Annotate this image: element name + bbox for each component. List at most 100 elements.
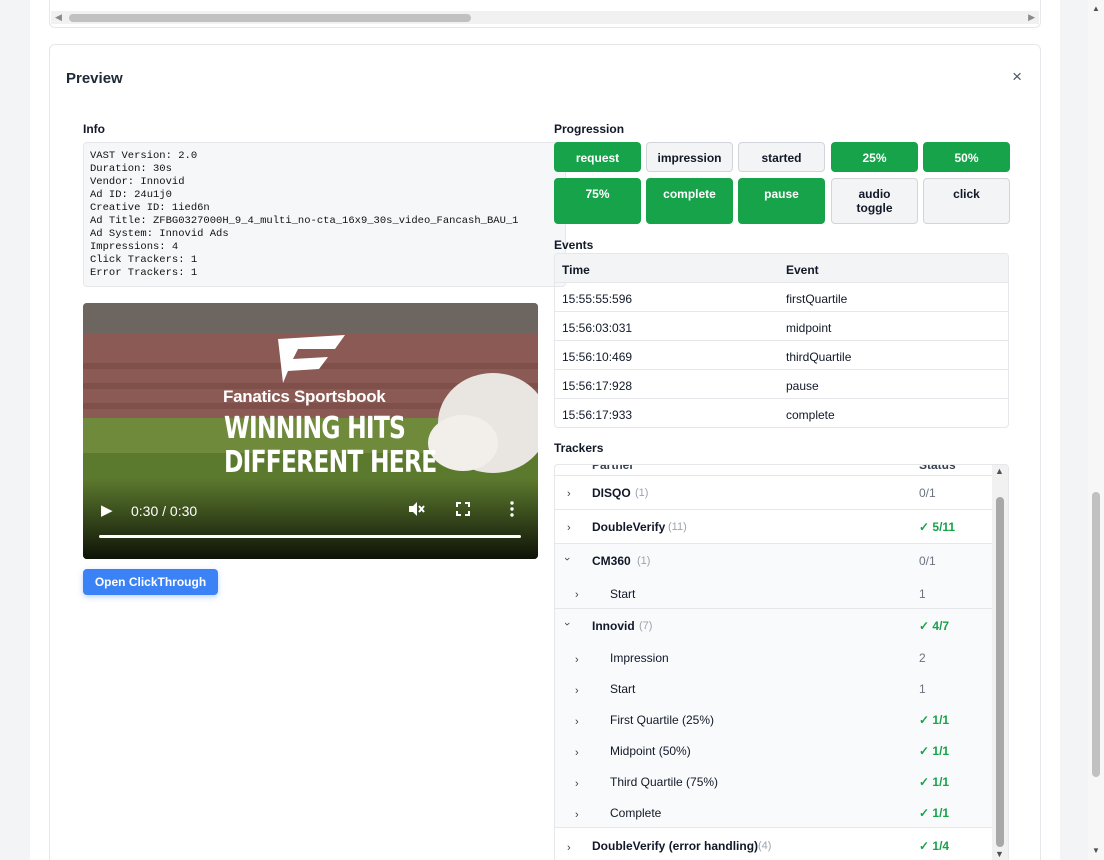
events-table: Time Event 15:55:55:596 firstQuartile 15…	[554, 253, 1009, 428]
play-icon[interactable]: ▶	[101, 501, 113, 519]
tracker-group-cm360[interactable]: › CM360 (1) 0/1 › Start 1	[555, 543, 993, 608]
tracker-name: DISQO	[592, 486, 631, 500]
progress-impression-button[interactable]: impression	[646, 142, 733, 172]
table-row: 15:56:10:469 thirdQuartile	[555, 341, 1008, 370]
chevron-down-icon[interactable]: ›	[561, 622, 573, 626]
table-header: Time Event	[555, 254, 1008, 283]
video-headline: WINNING HITS	[224, 411, 406, 446]
event-name: complete	[786, 408, 835, 422]
progress-request-button[interactable]: request	[554, 142, 641, 172]
previous-panel: ◀ ▶	[49, 0, 1041, 28]
progress-started-button[interactable]: started	[738, 142, 825, 172]
scroll-up-icon[interactable]: ▲	[995, 466, 1004, 476]
tracker-status: 0/1	[919, 486, 936, 500]
tracker-group-doubleverify-error[interactable]: › DoubleVerify (error handling) (4) ✓ 1/…	[555, 827, 993, 860]
tracker-event-name: First Quartile (25%)	[610, 713, 715, 727]
trackers-table: Partner Status › DISQO (1) 0/1 › DoubleV…	[554, 464, 1009, 860]
open-clickthrough-button[interactable]: Open ClickThrough	[83, 569, 218, 595]
tracker-count: (1)	[635, 487, 649, 499]
info-line: Error Trackers: 1	[90, 267, 198, 279]
preview-title: Preview	[66, 70, 123, 87]
tracker-status: ✓ 5/11	[919, 520, 956, 534]
event-time: 15:56:10:469	[562, 350, 633, 364]
tracker-status: ✓ 1/1	[919, 713, 950, 727]
tracker-group-innovid[interactable]: › Innovid (7) ✓ 4/7 › Impression 2 › Sta…	[555, 608, 993, 827]
table-row: 15:56:17:928 pause	[555, 370, 1008, 399]
tracker-name: DoubleVerify (error handling)	[592, 839, 759, 853]
close-icon[interactable]: ×	[1012, 67, 1022, 87]
info-line: Click Trackers: 1	[90, 254, 198, 266]
tracker-event-name: Start	[610, 587, 636, 601]
page-scrollbar-thumb[interactable]	[1092, 492, 1100, 777]
tracker-count: (7)	[639, 620, 653, 632]
event-time: 15:55:55:596	[562, 292, 633, 306]
tracker-name: CM360	[592, 554, 631, 568]
progress-50-button[interactable]: 50%	[923, 142, 1010, 172]
progress-click-button[interactable]: click	[923, 178, 1010, 224]
table-row: 15:56:17:933 complete	[555, 399, 1008, 427]
column-header-partner: Partner	[592, 464, 635, 472]
events-label: Events	[554, 238, 594, 252]
tracker-name: Innovid	[592, 619, 635, 633]
preview-panel: Preview × Info VAST Version: 2.0 Duratio…	[49, 44, 1041, 860]
tracker-status: 2	[919, 651, 926, 665]
trackers-scrollbar[interactable]: ▲ ▼	[992, 465, 1008, 860]
tracker-status: 1	[919, 587, 926, 601]
tracker-status: ✓ 4/7	[919, 619, 950, 633]
info-line: Ad ID: 24u1j0	[90, 189, 172, 201]
chevron-right-icon[interactable]: ›	[575, 685, 579, 697]
scroll-down-icon[interactable]: ▼	[1092, 846, 1100, 855]
progress-audio-toggle-button[interactable]: audio toggle	[831, 178, 918, 224]
video-progress-bar[interactable]	[99, 535, 521, 538]
tracker-status: 1	[919, 682, 926, 696]
page-scrollbar[interactable]: ▲ ▼	[1088, 0, 1104, 860]
tracker-event-name: Midpoint (50%)	[610, 744, 691, 758]
event-time: 15:56:03:031	[562, 321, 633, 335]
chevron-down-icon[interactable]: ›	[561, 557, 573, 561]
info-line: VAST Version: 2.0	[90, 150, 198, 162]
info-line: Ad Title: ZFBG0327000H_9_4_multi_no-cta_…	[90, 215, 519, 227]
info-line: Impressions: 4	[90, 241, 179, 253]
chevron-right-icon[interactable]: ›	[575, 716, 579, 728]
tracker-count: (1)	[637, 555, 651, 567]
column-header-event: Event	[786, 263, 819, 277]
info-box: VAST Version: 2.0 Duration: 30s Vendor: …	[83, 142, 566, 287]
trackers-scrollbar-thumb[interactable]	[996, 497, 1004, 847]
trackers-label: Trackers	[554, 441, 604, 455]
tracker-group-doubleverify[interactable]: › DoubleVerify (11) ✓ 5/11	[555, 509, 993, 543]
event-name: firstQuartile	[786, 292, 848, 306]
video-player[interactable]: Fanatics Sportsbook WINNING HITS DIFFERE…	[83, 303, 538, 559]
info-line: Creative ID: 1ied6n	[90, 202, 210, 214]
tracker-name: DoubleVerify	[592, 520, 666, 534]
tracker-group-disqo[interactable]: › DISQO (1) 0/1	[555, 475, 993, 509]
progress-pause-button[interactable]: pause	[738, 178, 825, 224]
event-time: 15:56:17:928	[562, 379, 633, 393]
tracker-event-name: Impression	[610, 651, 669, 665]
progress-25-button[interactable]: 25%	[831, 142, 918, 172]
chevron-right-icon[interactable]: ›	[575, 809, 579, 821]
chevron-right-icon[interactable]: ›	[575, 747, 579, 759]
progress-complete-button[interactable]: complete	[646, 178, 733, 224]
chevron-right-icon[interactable]: ›	[567, 842, 571, 854]
event-name: midpoint	[786, 321, 832, 335]
event-time: 15:56:17:933	[562, 408, 633, 422]
video-brand-text: Fanatics Sportsbook	[223, 387, 386, 406]
chevron-right-icon[interactable]: ›	[575, 654, 579, 666]
scroll-left-icon[interactable]: ◀	[55, 12, 62, 23]
scroll-down-icon[interactable]: ▼	[995, 849, 1004, 859]
tracker-count: (4)	[758, 840, 772, 852]
chevron-right-icon[interactable]: ›	[575, 589, 579, 601]
horizontal-scrollbar[interactable]: ◀ ▶	[51, 11, 1039, 24]
column-header-status: Status	[919, 464, 956, 472]
tracker-count: (11)	[668, 521, 687, 533]
tracker-event-name: Third Quartile (75%)	[610, 775, 719, 789]
scroll-up-icon[interactable]: ▲	[1092, 4, 1100, 13]
chevron-right-icon[interactable]: ›	[567, 522, 571, 534]
scroll-right-icon[interactable]: ▶	[1028, 12, 1035, 23]
info-label: Info	[83, 122, 105, 136]
chevron-right-icon[interactable]: ›	[567, 488, 571, 500]
horizontal-scrollbar-thumb[interactable]	[69, 14, 471, 22]
info-line: Vendor: Innovid	[90, 176, 185, 188]
progress-75-button[interactable]: 75%	[554, 178, 641, 224]
chevron-right-icon[interactable]: ›	[575, 778, 579, 790]
